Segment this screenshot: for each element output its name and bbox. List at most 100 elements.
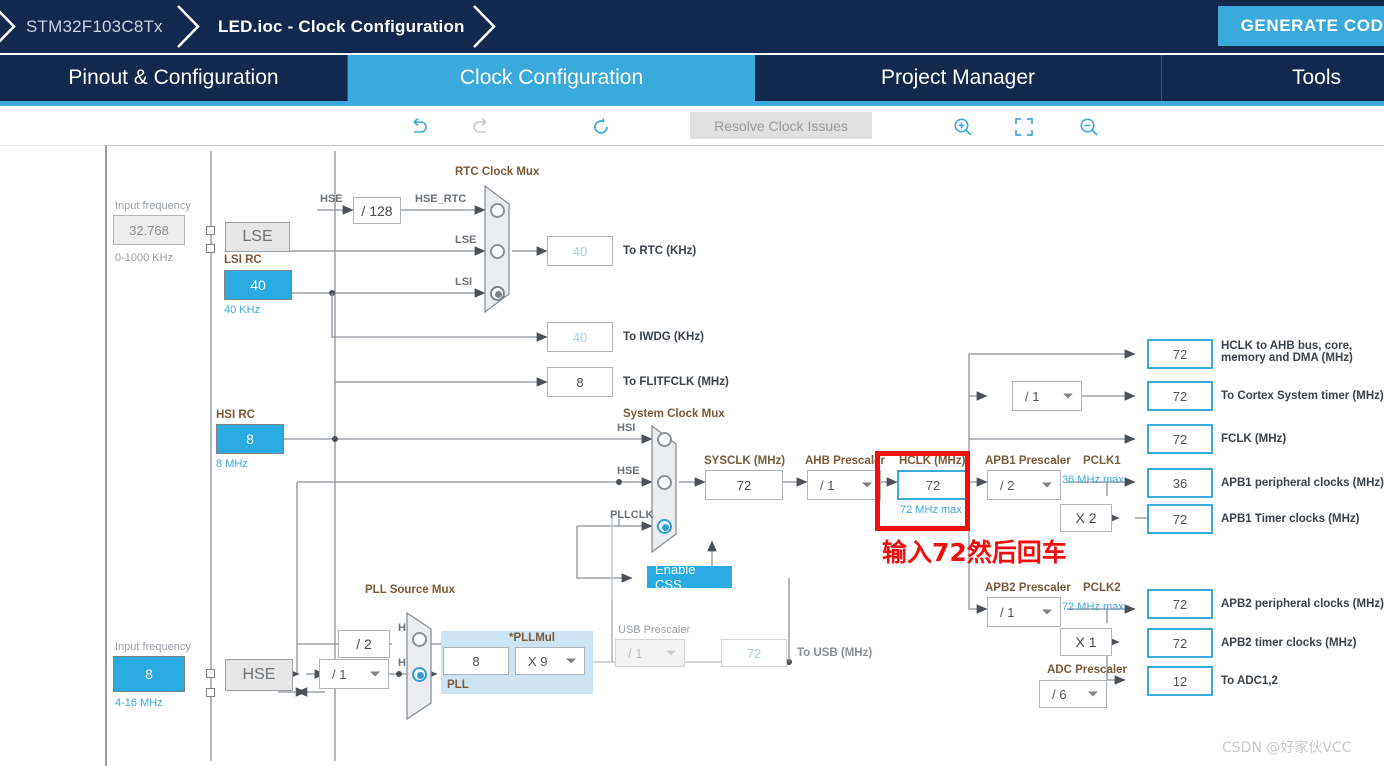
hse-prediv-value: / 1 [332, 666, 347, 682]
tab-clock-configuration[interactable]: Clock Configuration [348, 55, 755, 101]
pllmul-select[interactable]: X 9 [515, 647, 585, 675]
apb1-prescaler-value: / 2 [1000, 477, 1015, 493]
undo-icon[interactable] [406, 114, 432, 140]
pclk2-label: PCLK2 [1083, 582, 1121, 594]
chevron-down-icon [1042, 609, 1052, 615]
hclk-title: HCLK (MHz) [899, 455, 966, 467]
sysclk-title: SYSCLK (MHz) [704, 455, 786, 467]
to-iwdg-value: 40 [547, 322, 613, 352]
annotation-text: 输入72然后回车 [882, 538, 1067, 567]
adc-prescaler-select[interactable]: / 6 [1039, 680, 1107, 708]
hsi-div2-box: / 2 [338, 630, 390, 658]
hsi-title: HSI RC [216, 409, 255, 421]
output-label-1: To Cortex System timer (MHz) [1221, 390, 1384, 402]
pll-mux-option-hse[interactable] [412, 667, 427, 682]
output-value-5: 72 [1147, 589, 1213, 619]
tab-pinout-configuration[interactable]: Pinout & Configuration [0, 55, 348, 101]
apb1-prescaler-title: APB1 Prescaler [985, 455, 1071, 467]
zoom-out-icon[interactable] [1076, 114, 1102, 140]
rtc-mux-option-lsi[interactable] [490, 286, 505, 301]
lse-input-frequency-label: Input frequency [115, 200, 191, 212]
hse-input-frequency-field[interactable]: 8 [113, 656, 185, 692]
system-mux-option-hsi[interactable] [657, 432, 672, 447]
ahb-prescaler-select[interactable]: / 1 [807, 470, 881, 500]
lsi-unit-label: 40 KHz [224, 304, 261, 316]
usb-prescaler-title: USB Prescaler [618, 624, 691, 636]
output-label-6: APB2 timer clocks (MHz) [1221, 637, 1357, 649]
lse-pin-1 [206, 226, 215, 235]
tab-tools[interactable]: Tools [1162, 55, 1384, 101]
system-mux-option-pllclk[interactable] [657, 519, 672, 534]
apb1-prescaler-select[interactable]: / 2 [987, 470, 1061, 500]
rtc-mux-option-hse-rtc[interactable] [490, 203, 505, 218]
output-value-1: 72 [1147, 381, 1213, 411]
apb2-prescaler-select[interactable]: / 1 [987, 597, 1061, 627]
chevron-down-icon [1088, 691, 1098, 697]
pll-label: PLL [447, 679, 469, 691]
output-label-5: APB2 peripheral clocks (MHz) [1221, 598, 1384, 610]
tab-label-1: Clock Configuration [459, 66, 644, 89]
system-mux-label-hse: HSE [617, 465, 640, 477]
redo-icon[interactable] [468, 114, 494, 140]
output-label-2: FCLK (MHz) [1221, 433, 1287, 445]
system-mux-option-hse[interactable] [657, 475, 672, 490]
rtc-mux-option-lse[interactable] [490, 244, 505, 259]
hsi-value-box[interactable]: 8 [216, 424, 284, 454]
fit-to-screen-icon[interactable] [1011, 114, 1037, 140]
output-value-6: 72 [1147, 628, 1213, 658]
to-usb-value: 72 [721, 639, 787, 667]
breadcrumb-label-1: LED.ioc - Clock Configuration [218, 16, 465, 36]
hse-input-frequency-label: Input frequency [115, 641, 191, 653]
lsi-value-box[interactable]: 40 [224, 270, 292, 300]
output-label-4: APB1 Timer clocks (MHz) [1221, 513, 1360, 525]
chevron-down-icon [1063, 393, 1073, 399]
hse-source-box[interactable]: HSE [225, 659, 293, 691]
pll-mux-option-hsi[interactable] [412, 632, 427, 647]
usb-prescaler-select[interactable]: / 1 [615, 639, 685, 667]
rtc-clock-mux-title: RTC Clock Mux [455, 166, 540, 178]
apb2-timer-mul-box: X 1 [1060, 628, 1112, 656]
hclk-input[interactable]: 72 [897, 470, 969, 500]
system-clock-mux-title: System Clock Mux [623, 408, 725, 420]
output-label-7: To ADC1,2 [1221, 675, 1278, 687]
lse-source-box[interactable]: LSE [225, 222, 290, 252]
chevron-down-icon [370, 671, 380, 677]
hse-prediv-select[interactable]: / 1 [319, 659, 389, 689]
hse-rtc-signal-label: HSE_RTC [415, 193, 467, 205]
tab-label-2: Project Manager [880, 66, 1036, 89]
generate-code-button[interactable]: GENERATE CODE [1218, 6, 1384, 46]
breadcrumb-item-1[interactable]: LED.ioc - Clock Configuration [218, 0, 465, 53]
apb2-prescaler-title: APB2 Prescaler [985, 582, 1071, 594]
pllmul-value: X 9 [528, 653, 548, 669]
hclk-max-label: 72 MHz max [900, 504, 962, 516]
output-value-3: 36 [1147, 468, 1213, 498]
apb2-prescaler-value: / 1 [1000, 604, 1015, 620]
apb1-max-label: 36 MHz max [1062, 474, 1124, 486]
output-label-3: APB1 peripheral clocks (MHz) [1221, 477, 1384, 489]
resolve-clock-issues-button[interactable]: Resolve Clock Issues [690, 112, 872, 139]
enable-css-button[interactable]: Enable CSS [647, 562, 732, 592]
clock-tree-canvas[interactable]: Input frequency 32.768 0-1000 KHz LSE LS… [105, 145, 1384, 766]
output-value-0: 72 [1147, 339, 1213, 369]
rtc-mux-label-lse: LSE [455, 234, 477, 246]
breadcrumb-item-0[interactable]: STM32F103C8Tx [26, 0, 163, 53]
output-value-4: 72 [1147, 504, 1213, 534]
lse-range-label: 0-1000 KHz [115, 252, 174, 264]
sysclk-value: 72 [705, 470, 783, 500]
chevron-down-icon [566, 658, 576, 664]
reset-icon[interactable] [588, 114, 614, 140]
to-flitfclk-label: To FLITFCLK (MHz) [623, 376, 729, 388]
ahb-prescaler-value: / 1 [820, 477, 835, 493]
cortex-prescaler-select[interactable]: / 1 [1012, 381, 1082, 411]
main-tabbar: Pinout & Configuration Clock Configurati… [0, 55, 1384, 101]
hse-signal-label: HSE [320, 193, 343, 205]
tab-project-manager[interactable]: Project Manager [755, 55, 1162, 101]
lsi-title: LSI RC [224, 254, 262, 266]
rtc-mux-label-lsi: LSI [455, 276, 473, 288]
zoom-in-icon[interactable] [950, 114, 976, 140]
output-value-7: 12 [1147, 666, 1213, 696]
lse-input-frequency-field[interactable]: 32.768 [113, 215, 185, 245]
breadcrumb-chevron-icon-2 [176, 0, 206, 53]
apb1-timer-mul-box: X 2 [1060, 504, 1112, 532]
tab-label-3: Tools [1291, 66, 1342, 89]
